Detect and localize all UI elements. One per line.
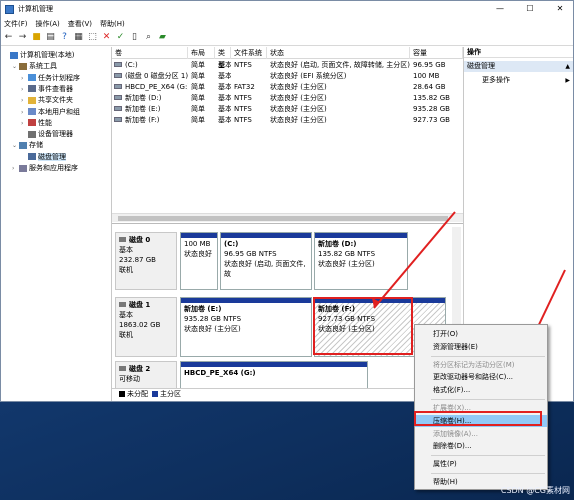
menu-separator [431, 473, 545, 474]
highlight-box-shrink [414, 411, 542, 426]
context-menu-item-1[interactable]: 资源管理器(E) [415, 341, 547, 353]
context-menu-item-3: 将分区标记为活动分区(M) [433, 360, 515, 369]
watermark: CSDN @CG素材网 [500, 486, 570, 495]
context-menu-item-5[interactable]: 格式化(F)... [415, 384, 547, 396]
menu-separator [431, 455, 545, 457]
context-menu-item-0[interactable]: 打开(O) [415, 328, 547, 340]
annotation-arrow-1 [373, 211, 456, 309]
menu-separator [431, 355, 545, 357]
context-menu: 打开(O) 资源管理器(E) 将分区标记为活动分区(M) 更改驱动器号和路径(C)..… [414, 324, 548, 490]
context-menu-item-10[interactable]: 删除卷(D)... [415, 440, 547, 452]
context-menu-item-9: 添加镜像(A)... [433, 429, 478, 438]
context-menu-item-4[interactable]: 更改驱动器号和路径(C)... [415, 371, 547, 383]
highlight-box-volume-f [313, 297, 413, 355]
menu-separator [431, 399, 545, 400]
context-menu-item-12[interactable]: 属性(P) [415, 458, 547, 470]
